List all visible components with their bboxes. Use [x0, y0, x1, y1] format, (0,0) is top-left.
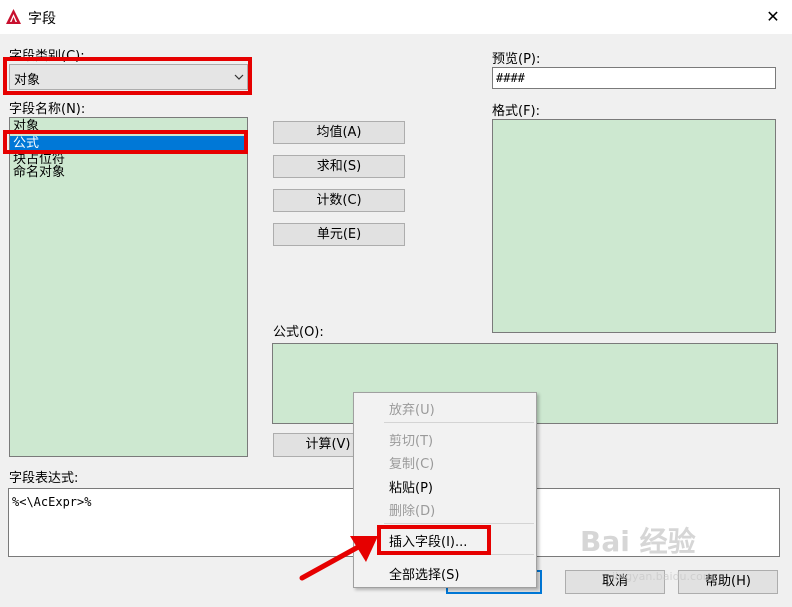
menu-item-copy[interactable]: 复制(C) [389, 453, 434, 472]
menu-separator [384, 422, 534, 423]
formula-label: 公式(O): [273, 325, 324, 340]
menu-item-insert-field[interactable]: 插入字段(I)... [389, 531, 467, 550]
menu-item-cut[interactable]: 剪切(T) [389, 430, 433, 449]
title-bar: 字段 ✕ [0, 0, 792, 34]
chevron-down-icon [234, 74, 244, 80]
field-category-value: 对象 [14, 73, 41, 88]
window-title: 字段 [28, 11, 56, 27]
field-expression-value: %<\AcExpr>% [12, 495, 92, 509]
field-names-list[interactable]: 对象 公式 块占位符 命名对象 [9, 117, 248, 457]
menu-separator [384, 523, 534, 524]
red-arrow-icon [299, 536, 378, 581]
watermark: Bai 经验 [580, 525, 696, 558]
list-item[interactable]: 对象 [13, 119, 39, 134]
list-item-selected[interactable]: 公式 [10, 136, 246, 151]
menu-item-select-all[interactable]: 全部选择(S) [389, 564, 459, 583]
average-button[interactable]: 均值(A) [273, 121, 405, 144]
count-button[interactable]: 计数(C) [273, 189, 405, 212]
field-expression-label: 字段表达式: [9, 471, 79, 486]
preview-field: #### [492, 67, 776, 89]
format-list[interactable] [492, 119, 776, 333]
preview-value: #### [496, 71, 525, 85]
watermark-url: jingyan.baidu.com [612, 570, 714, 583]
close-icon: ✕ [766, 6, 780, 26]
cell-button[interactable]: 单元(E) [273, 223, 405, 246]
menu-item-delete[interactable]: 删除(D) [389, 500, 435, 519]
menu-separator [384, 554, 534, 555]
preview-label: 预览(P): [492, 52, 541, 67]
close-button[interactable]: ✕ [758, 2, 788, 30]
field-category-label: 字段类别(C): [9, 49, 85, 64]
sum-button[interactable]: 求和(S) [273, 155, 405, 178]
menu-item-undo[interactable]: 放弃(U) [389, 399, 435, 418]
menu-item-paste[interactable]: 粘贴(P) [389, 477, 433, 496]
autocad-logo-icon [6, 9, 21, 24]
list-item[interactable]: 命名对象 [13, 165, 65, 180]
format-label: 格式(F): [492, 104, 541, 119]
field-names-label: 字段名称(N): [9, 102, 86, 117]
field-category-dropdown[interactable]: 对象 [9, 64, 248, 90]
